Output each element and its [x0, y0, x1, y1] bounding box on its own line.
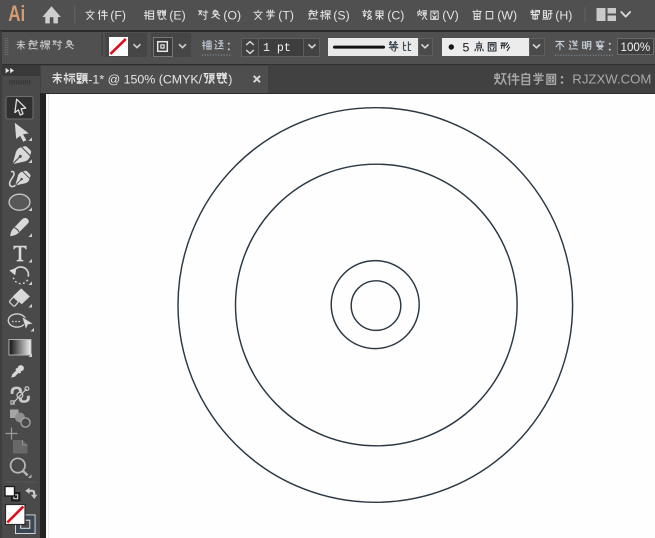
- svg-text:Ai: Ai: [8, 2, 25, 27]
- svg-text:(C): (C): [387, 8, 404, 22]
- svg-text:(O): (O): [223, 8, 241, 22]
- svg-text:(S): (S): [333, 8, 349, 22]
- svg-text:(V): (V): [442, 8, 458, 22]
- svg-text:1 pt: 1 pt: [263, 42, 291, 55]
- svg-text:(H): (H): [555, 8, 572, 22]
- svg-text:RJZXW.COM: RJZXW.COM: [572, 72, 651, 87]
- svg-text:(F): (F): [110, 8, 126, 22]
- svg-text:(E): (E): [169, 8, 185, 22]
- svg-text:-1* @ 150% (CMYK/: -1* @ 150% (CMYK/: [88, 72, 202, 86]
- svg-text:(T): (T): [278, 8, 294, 22]
- svg-text:100%: 100%: [621, 41, 651, 54]
- svg-text:5: 5: [463, 40, 470, 54]
- svg-text:(W): (W): [497, 8, 517, 22]
- svg-text:): ): [228, 72, 232, 86]
